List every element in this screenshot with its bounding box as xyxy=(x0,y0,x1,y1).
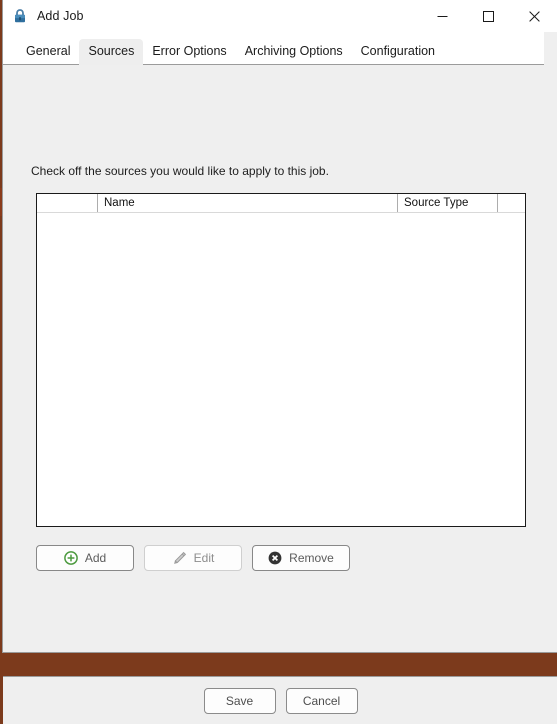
window-title: Add Job xyxy=(37,9,84,23)
column-header-checkbox[interactable] xyxy=(37,194,97,212)
pencil-icon xyxy=(172,551,187,566)
window-controls xyxy=(419,0,557,32)
tab-configuration[interactable]: Configuration xyxy=(352,39,444,65)
tab-sources[interactable]: Sources xyxy=(79,39,144,65)
cancel-button[interactable]: Cancel xyxy=(285,687,358,714)
plus-circle-icon xyxy=(63,551,78,565)
maximize-icon xyxy=(482,10,494,22)
column-header-extra[interactable] xyxy=(497,194,525,212)
maximize-button[interactable] xyxy=(465,0,511,32)
sources-tab-panel: Check off the sources you would like to … xyxy=(3,71,557,724)
x-circle-icon xyxy=(268,551,282,565)
tab-strip: General Sources Error Options Archiving … xyxy=(3,32,557,71)
add-button-label: Add xyxy=(84,551,107,565)
add-job-dialog: Add Job General Sources Error Options Ar… xyxy=(2,0,557,724)
close-button[interactable] xyxy=(511,0,557,32)
list-action-buttons: Add Edit Remove xyxy=(36,545,350,571)
sources-list[interactable]: Name Source Type xyxy=(36,193,526,527)
minimize-button[interactable] xyxy=(419,0,465,32)
tab-archiving-options[interactable]: Archiving Options xyxy=(236,39,352,65)
column-header-name[interactable]: Name xyxy=(97,194,397,212)
instruction-text: Check off the sources you would like to … xyxy=(31,164,329,178)
sources-list-body[interactable] xyxy=(37,213,525,526)
sources-list-header: Name Source Type xyxy=(37,194,525,213)
add-button[interactable]: Add xyxy=(36,545,134,571)
column-header-source-type[interactable]: Source Type xyxy=(397,194,497,212)
remove-button[interactable]: Remove xyxy=(252,545,350,571)
edit-button-label: Edit xyxy=(193,551,215,565)
remove-button-label: Remove xyxy=(289,551,334,565)
tab-error-options[interactable]: Error Options xyxy=(143,39,235,65)
minimize-icon xyxy=(437,15,447,17)
tab-general[interactable]: General xyxy=(17,39,79,65)
padlock-icon xyxy=(12,8,28,24)
close-icon xyxy=(528,10,540,22)
dialog-footer: Save Cancel xyxy=(3,677,557,724)
title-bar: Add Job xyxy=(3,0,557,32)
tab-list: General Sources Error Options Archiving … xyxy=(17,38,444,65)
edit-button[interactable]: Edit xyxy=(144,545,242,571)
save-button[interactable]: Save xyxy=(203,687,276,714)
